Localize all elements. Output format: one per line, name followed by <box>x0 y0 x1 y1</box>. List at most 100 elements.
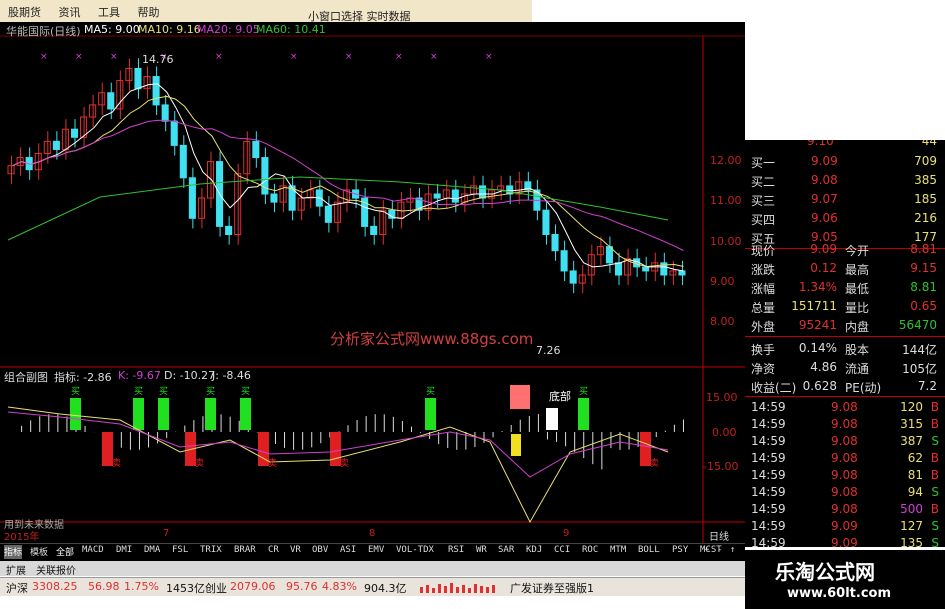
candle-body <box>188 177 196 219</box>
indicator-tab-cr[interactable]: CR <box>268 545 279 559</box>
subchart-d: D: -10.27 <box>164 369 216 382</box>
indicator-tab-vr[interactable]: VR <box>290 545 301 559</box>
y-tick-10: 10.00 <box>710 235 742 248</box>
status-cy-percent: 4.83% <box>322 580 357 593</box>
candle-body <box>197 197 205 219</box>
subchart-title: 组合副图 <box>4 371 48 384</box>
orderbook-row: 买四 9.06 216 <box>745 209 945 228</box>
indicator-tab-rsi[interactable]: RSI <box>448 545 464 559</box>
tick-volume: 127 <box>900 519 923 533</box>
tick-side: S <box>931 434 939 448</box>
buy-mark-text: 买 <box>71 386 80 397</box>
kline-chart[interactable]: × × × × × × × × × × 买买买买买买买卖卖卖卖卖 <box>0 22 745 547</box>
status-cy-change: 95.76 <box>286 580 318 593</box>
top-blank-area <box>532 0 945 22</box>
period-label[interactable]: 日线 <box>709 528 729 543</box>
logo-url: www.60lt.com <box>787 586 892 601</box>
tick-time: 14:59 <box>751 434 786 448</box>
candle-body <box>270 193 278 203</box>
ma10-label: MA10: 9.16 <box>138 23 201 36</box>
quote-value-2: 56470 <box>898 318 937 332</box>
quote-value-2: 9.15 <box>910 261 937 275</box>
ma20-label: MA20: 9.05 <box>197 23 260 36</box>
cross-marker-icon: × <box>345 52 353 62</box>
bottom-signal-bar <box>546 408 558 430</box>
quote-value: 0.12 <box>810 261 837 275</box>
indicator-tab-kdj[interactable]: KDJ <box>526 545 542 559</box>
tick-time: 14:59 <box>751 468 786 482</box>
indicator-tab-brar[interactable]: BRAR <box>234 545 256 559</box>
candle-body <box>70 128 79 138</box>
tick-volume: 500 <box>900 502 923 516</box>
cross-marker-icon: × <box>215 52 223 62</box>
orderbook-row: 买二 9.08 385 <box>745 171 945 190</box>
indicator-tab-trix[interactable]: TRIX <box>200 545 222 559</box>
indicator-tab-dmi[interactable]: DMI <box>116 545 132 559</box>
indicator-tab-sar[interactable]: SAR <box>498 545 514 559</box>
indicator-tab-[interactable]: 指标 <box>4 545 23 559</box>
candle-body <box>225 225 233 235</box>
tick-volume: 94 <box>907 485 923 499</box>
cross-marker-icon: × <box>430 52 438 62</box>
indicator-tab-voltdx[interactable]: VOL-TDX <box>396 545 434 559</box>
tick-volume: 135 <box>900 536 923 550</box>
orderbook-top-volume: 44 <box>921 140 937 148</box>
indicator-tab-roc[interactable]: ROC <box>582 545 598 559</box>
candle-body <box>569 270 577 284</box>
sell-mark-text: 卖 <box>195 458 204 469</box>
cross-marker-icon: × <box>485 52 493 62</box>
buy-signal-bar <box>158 398 169 430</box>
tab-related-quote[interactable]: 关联报价 <box>36 562 76 577</box>
indicator-tab-psy[interactable]: PSY <box>672 545 688 559</box>
chart-area[interactable]: × × × × × × × × × × 买买买买买买买卖卖卖卖卖 华能国际(日线) MA5: 9.… <box>0 22 745 547</box>
indicator-tab-dma[interactable]: DMA <box>144 545 160 559</box>
indicator-tab-asi[interactable]: ASI <box>340 545 356 559</box>
quote-value: 0.628 <box>802 379 837 393</box>
candle-body <box>179 144 187 179</box>
menu-item-tools[interactable]: 工具 <box>98 4 120 20</box>
ma20-line <box>12 119 684 251</box>
menu-item-futures[interactable]: 股期货 <box>8 4 41 20</box>
status-cy-amount: 904.3亿 <box>364 582 407 595</box>
menu-item-help[interactable]: 帮助 <box>138 4 160 20</box>
tick-price: 9.08 <box>831 400 858 414</box>
quote-panel: 9.10 44 买一 9.09 709 买二 9.08 385 买三 9.07 185 买四 9.0… <box>745 140 945 567</box>
quote-label-2: 流通 <box>845 362 870 376</box>
quote-label-2: 今开 <box>845 244 870 258</box>
candle-body <box>52 140 60 150</box>
indicator-tab-emv[interactable]: EMV <box>368 545 384 559</box>
quote-value-2: 105亿 <box>902 362 937 376</box>
candle-body <box>542 209 550 235</box>
indicator-tab-fsl[interactable]: FSL <box>172 545 188 559</box>
tick-time: 14:59 <box>751 400 786 414</box>
candle-body <box>134 67 142 90</box>
quote-label-2: 最低 <box>845 282 870 296</box>
indicator-tab-[interactable]: 全部 <box>56 545 74 559</box>
indicator-tab-[interactable]: 模板 <box>30 545 48 559</box>
quote-value-2: 0.65 <box>910 299 937 313</box>
quote-label: 涨幅 <box>751 282 776 296</box>
yellow-signal-bar <box>511 434 521 456</box>
candle-body <box>324 205 332 223</box>
orderbook-label: 买一 <box>751 156 776 170</box>
menu-item-news[interactable]: 资讯 <box>59 4 81 20</box>
quote-value-2: 144亿 <box>902 343 937 357</box>
indicator-tab-macd[interactable]: MACD <box>82 545 104 559</box>
menu-bar: 股期货 资讯 工具 帮助 小窗口选择 实时数据 <box>0 0 532 23</box>
tab-extend[interactable]: 扩展 <box>6 562 26 577</box>
indicator-tab-cci[interactable]: CCI <box>554 545 570 559</box>
status-sh-percent: 1.75% <box>124 580 159 593</box>
orderbook-top-row: 9.10 44 <box>745 140 945 150</box>
y-tick-12: 12.00 <box>710 154 742 167</box>
indicator-tab-mtm[interactable]: MTM <box>610 545 626 559</box>
indicator-tab-obv[interactable]: OBV <box>312 545 328 559</box>
candle-body <box>288 185 296 211</box>
status-sh-change: 56.98 <box>88 580 120 593</box>
chart-control-1[interactable]: - <box>717 545 722 559</box>
indicator-tab-wr[interactable]: WR <box>476 545 487 559</box>
tick-volume: 81 <box>907 468 923 482</box>
chart-control-0[interactable]: + <box>704 545 709 559</box>
chart-control-2[interactable]: ↑ <box>730 545 735 559</box>
watermark-text: 分析家公式网www.88gs.com <box>330 330 534 348</box>
indicator-tab-boll[interactable]: BOLL <box>638 545 660 559</box>
